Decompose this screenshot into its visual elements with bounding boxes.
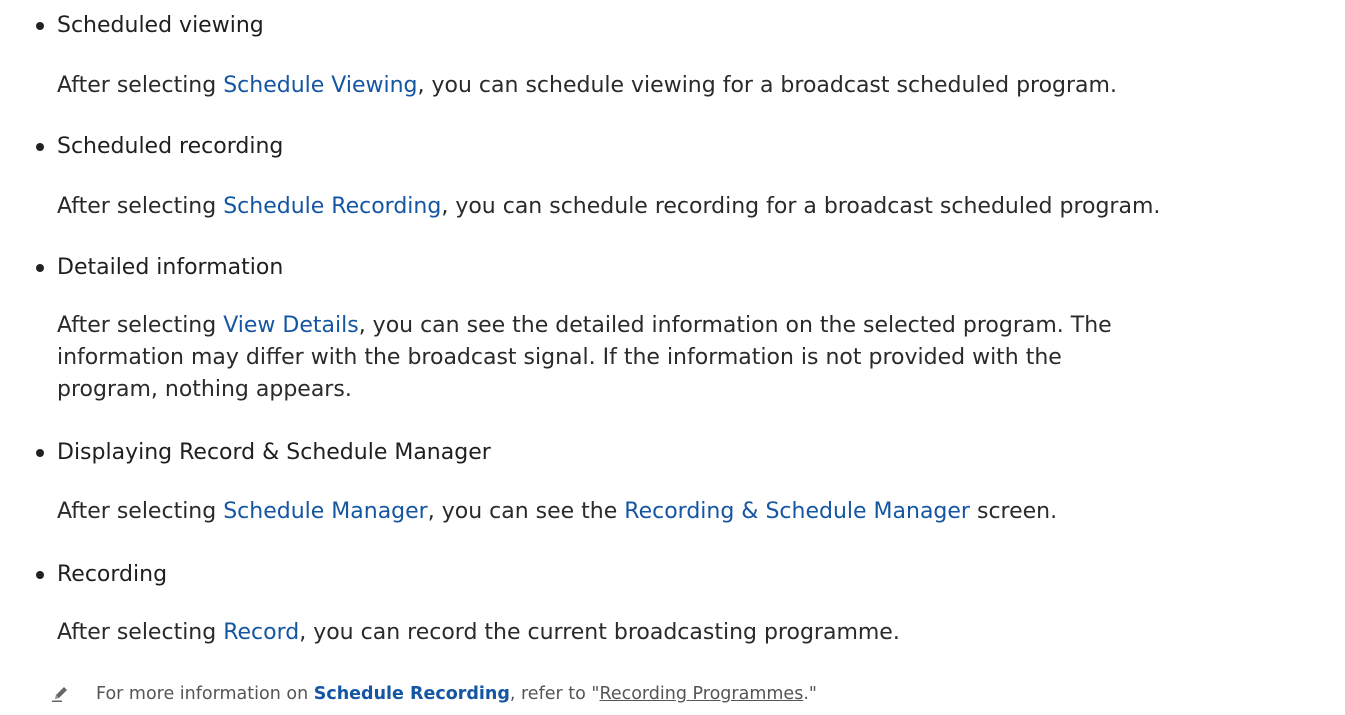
description-text: After selecting (57, 194, 224, 219)
bullet-dot-icon (36, 449, 44, 457)
cross-reference-link[interactable]: Recording Programmes (599, 684, 803, 704)
menu-reference-link[interactable]: Schedule Recording (314, 684, 510, 704)
item-title: Scheduled viewing (57, 13, 264, 38)
menu-reference-link[interactable]: View Details (223, 313, 358, 338)
document-page: Scheduled viewing After selecting Schedu… (0, 0, 1345, 715)
item-title: Scheduled recording (57, 134, 284, 159)
menu-reference-link[interactable]: Schedule Recording (223, 194, 441, 219)
note-text-suffix: ." (803, 684, 817, 704)
bullet-dot-icon (36, 22, 44, 30)
item-description: After selecting Schedule Viewing, you ca… (57, 70, 1237, 102)
description-text: , you can see the (427, 499, 625, 524)
menu-reference-link[interactable]: Record (223, 620, 299, 645)
item-title: Detailed information (57, 255, 284, 280)
item-description: After selecting View Details, you can se… (57, 310, 1167, 406)
description-text: , you can record the current broadcastin… (299, 620, 900, 645)
description-text: After selecting (57, 73, 224, 98)
item-description: After selecting Record, you can record t… (57, 617, 1237, 649)
pencil-note-icon (52, 687, 67, 702)
menu-reference-link[interactable]: Recording & Schedule Manager (624, 499, 970, 524)
description-text: After selecting (57, 499, 224, 524)
menu-reference-link[interactable]: Schedule Manager (223, 499, 428, 524)
description-text: , you can schedule recording for a broad… (441, 194, 1161, 219)
note-text-middle: , refer to " (509, 684, 600, 704)
note-text-prefix: For more information on (96, 684, 314, 704)
description-text: After selecting (57, 620, 224, 645)
description-text: screen. (969, 499, 1058, 524)
description-text: After selecting (57, 313, 224, 338)
bullet-dot-icon (36, 143, 44, 151)
bullet-dot-icon (36, 571, 44, 579)
description-text: , you can schedule viewing for a broadca… (417, 73, 1117, 98)
item-description: After selecting Schedule Recording, you … (57, 191, 1237, 223)
item-title: Recording (57, 562, 168, 587)
item-description: After selecting Schedule Manager, you ca… (57, 496, 1237, 528)
bullet-dot-icon (36, 264, 44, 272)
menu-reference-link[interactable]: Schedule Viewing (223, 73, 417, 98)
item-title: Displaying Record & Schedule Manager (57, 440, 491, 465)
note-text: For more information on Schedule Recordi… (96, 682, 817, 706)
